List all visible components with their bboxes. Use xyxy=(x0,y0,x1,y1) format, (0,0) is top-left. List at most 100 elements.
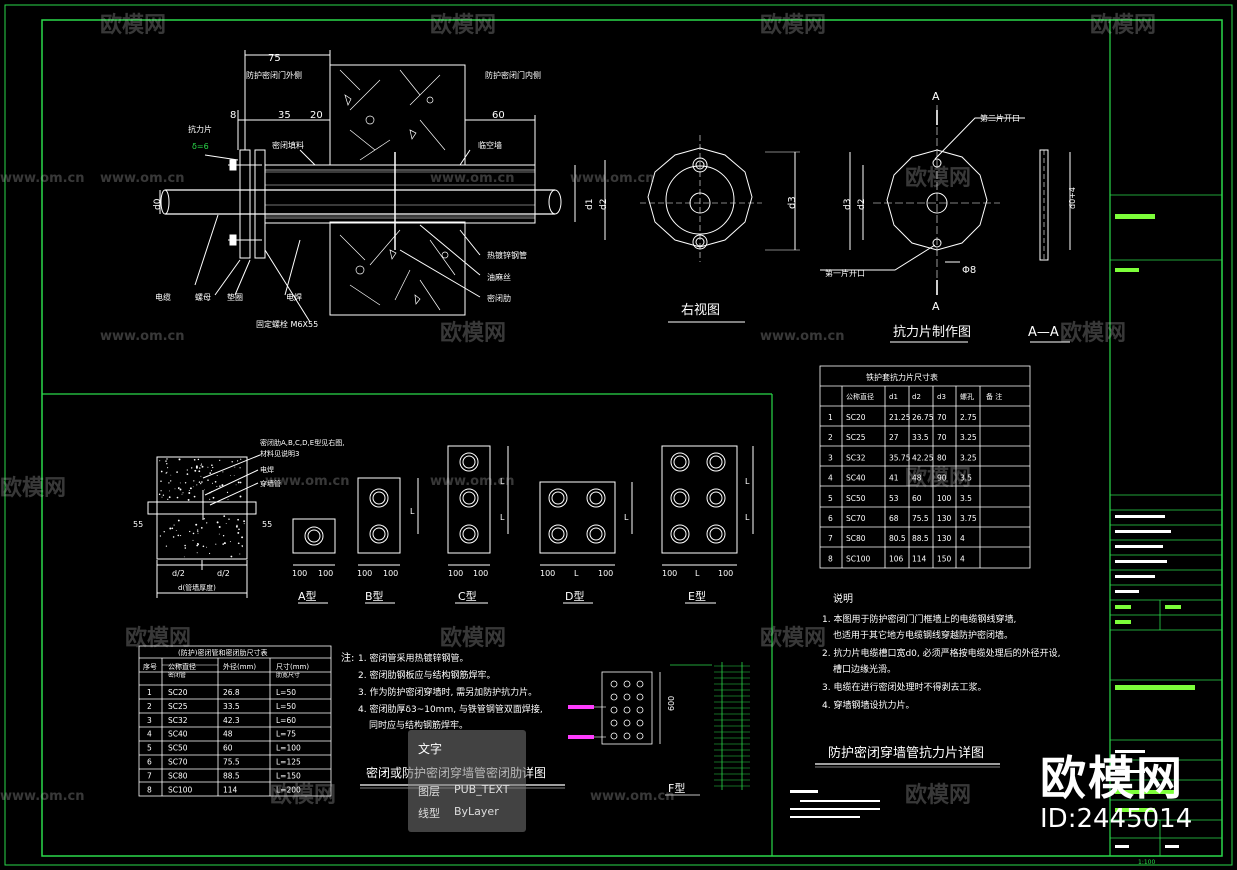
speckle-dot xyxy=(193,480,195,482)
speckle-dot xyxy=(237,518,239,521)
speckle-dot xyxy=(187,498,190,501)
speckle-dot xyxy=(188,490,190,491)
wm-url-0: www.om.cn xyxy=(0,171,85,186)
speckle-dot xyxy=(237,542,240,545)
speckle-dot xyxy=(230,555,233,558)
speckle-dot xyxy=(196,552,198,554)
plate-view-title: 抗力片制作图 xyxy=(893,325,971,340)
small-notes-scribble xyxy=(790,790,880,818)
speckle-dot xyxy=(197,532,199,534)
speckle-dot xyxy=(165,545,168,547)
speckle-dot xyxy=(181,493,183,495)
type-f-hole xyxy=(636,706,644,714)
wm-brand-10: 欧模网 xyxy=(125,625,191,651)
label-d0-plus: d0+4 xyxy=(1068,187,1077,209)
speckle-dot xyxy=(167,467,169,469)
type-a-label: A型 xyxy=(298,589,317,603)
notes-mid-line3: 3. 作为防护密闭穿墙时, 需另加防护抗力片。 xyxy=(358,686,537,698)
table1-cell: 42.25 xyxy=(912,453,934,462)
dim-d-100b: 100 xyxy=(598,569,613,578)
dim-b-100b: 100 xyxy=(383,569,398,578)
speckle-dot xyxy=(222,543,224,545)
speckle-dot xyxy=(209,552,211,555)
table1-header-cell: 螺孔 xyxy=(960,392,974,401)
speckle-dot xyxy=(159,535,162,537)
speckle-dot xyxy=(178,487,180,490)
speckle-dot xyxy=(179,488,182,491)
speckle-dot xyxy=(243,520,246,523)
tooltip-linetype-label: 线型 xyxy=(418,807,440,820)
wm-brand-12: 欧模网 xyxy=(760,625,826,651)
speckle-dot xyxy=(195,523,198,526)
speckle-dot xyxy=(229,475,231,476)
speckle-dot xyxy=(194,469,197,472)
label-plate-d3: d3 xyxy=(843,199,853,210)
speckle-dot xyxy=(218,533,220,535)
brand-id: ID:2445014 xyxy=(1040,804,1193,834)
speckle-dot xyxy=(226,491,229,494)
wm-url-7: www.om.cn xyxy=(430,474,515,489)
wm-url-2: www.om.cn xyxy=(430,171,515,186)
speckle-dot xyxy=(216,486,218,487)
table1-cell: SC32 xyxy=(846,453,866,462)
speckle-dot xyxy=(161,496,163,498)
table2-cell: L=60 xyxy=(276,716,296,725)
speckle-dot xyxy=(209,472,212,474)
wm-brand-1: 欧模网 xyxy=(100,12,166,38)
table2-cell: 114 xyxy=(223,785,238,794)
speckle-dot xyxy=(177,519,180,522)
label-washer: 垫圈 xyxy=(227,292,243,302)
speckle-dot xyxy=(241,546,243,548)
table1-cell: 3.75 xyxy=(960,514,977,523)
table1-cell: SC80 xyxy=(846,534,866,543)
table1-cell: 114 xyxy=(912,554,927,563)
table2-header-cell: 尺寸(mm) xyxy=(276,662,309,671)
notes-right-line5: 3. 电缆在进行密闭处理时不得剥去工浆。 xyxy=(822,681,986,693)
wm-brand-2: 欧模网 xyxy=(430,12,496,38)
outer-border xyxy=(4,4,1233,866)
table1-header-cell: d2 xyxy=(912,393,921,401)
speckle-dot xyxy=(175,529,177,531)
table1-cell: 106 xyxy=(889,554,904,563)
label-a-top: A xyxy=(932,90,940,103)
speckle-dot xyxy=(203,518,205,520)
type-f-hole xyxy=(636,732,644,740)
dim-75: 75 xyxy=(268,53,281,64)
speckle-dot xyxy=(166,471,168,473)
table1-cell: 4 xyxy=(828,474,833,483)
brand-name: 欧模网 xyxy=(1040,751,1184,805)
dim-8: 8 xyxy=(230,110,236,121)
speckle-dot xyxy=(165,472,167,474)
notes-right-line6: 4. 穿墙钢墙设抗力片。 xyxy=(822,699,914,711)
table2-cell: L=50 xyxy=(276,688,296,697)
wm-brand-8: 欧模网 xyxy=(0,475,66,501)
speckle-dot xyxy=(238,528,240,531)
dim-b-100a: 100 xyxy=(357,569,372,578)
wm-url-8: www.om.cn xyxy=(0,789,85,804)
table1-cell: 21.25 xyxy=(889,413,911,422)
property-tooltip: 文字 图层 PUB_TEXT 线型 ByLayer xyxy=(408,730,526,832)
dim-a-100b: 100 xyxy=(318,569,333,578)
speckle-dot xyxy=(179,482,181,484)
table1-cell: SC25 xyxy=(846,433,866,442)
speckle-dot xyxy=(196,544,199,547)
type-f-hole xyxy=(636,719,644,727)
dim-e-100a: 100 xyxy=(662,569,677,578)
table1-cell: 3 xyxy=(828,453,833,462)
wm-url-6: www.om.cn xyxy=(265,474,350,489)
label-force-plate: 抗力片 xyxy=(188,124,212,134)
speckle-dot xyxy=(186,473,189,475)
speckle-dot xyxy=(237,531,240,534)
table1-cell: 150 xyxy=(937,554,952,563)
speckle-dot xyxy=(219,485,221,487)
table1-cell: 2.75 xyxy=(960,413,977,422)
speckle-dot xyxy=(170,474,172,476)
table2-cell: SC20 xyxy=(168,688,188,697)
table2-cell: L=100 xyxy=(276,744,301,753)
speckle-dot xyxy=(171,527,174,530)
notes-mid-line1: 1. 密闭管采用热镀锌钢管。 xyxy=(358,652,468,664)
speckle-dot xyxy=(160,480,162,482)
speckle-dot xyxy=(173,524,175,526)
label-outer-side: 防护密闭门外侧 xyxy=(246,70,302,80)
speckle-dot xyxy=(212,466,214,469)
